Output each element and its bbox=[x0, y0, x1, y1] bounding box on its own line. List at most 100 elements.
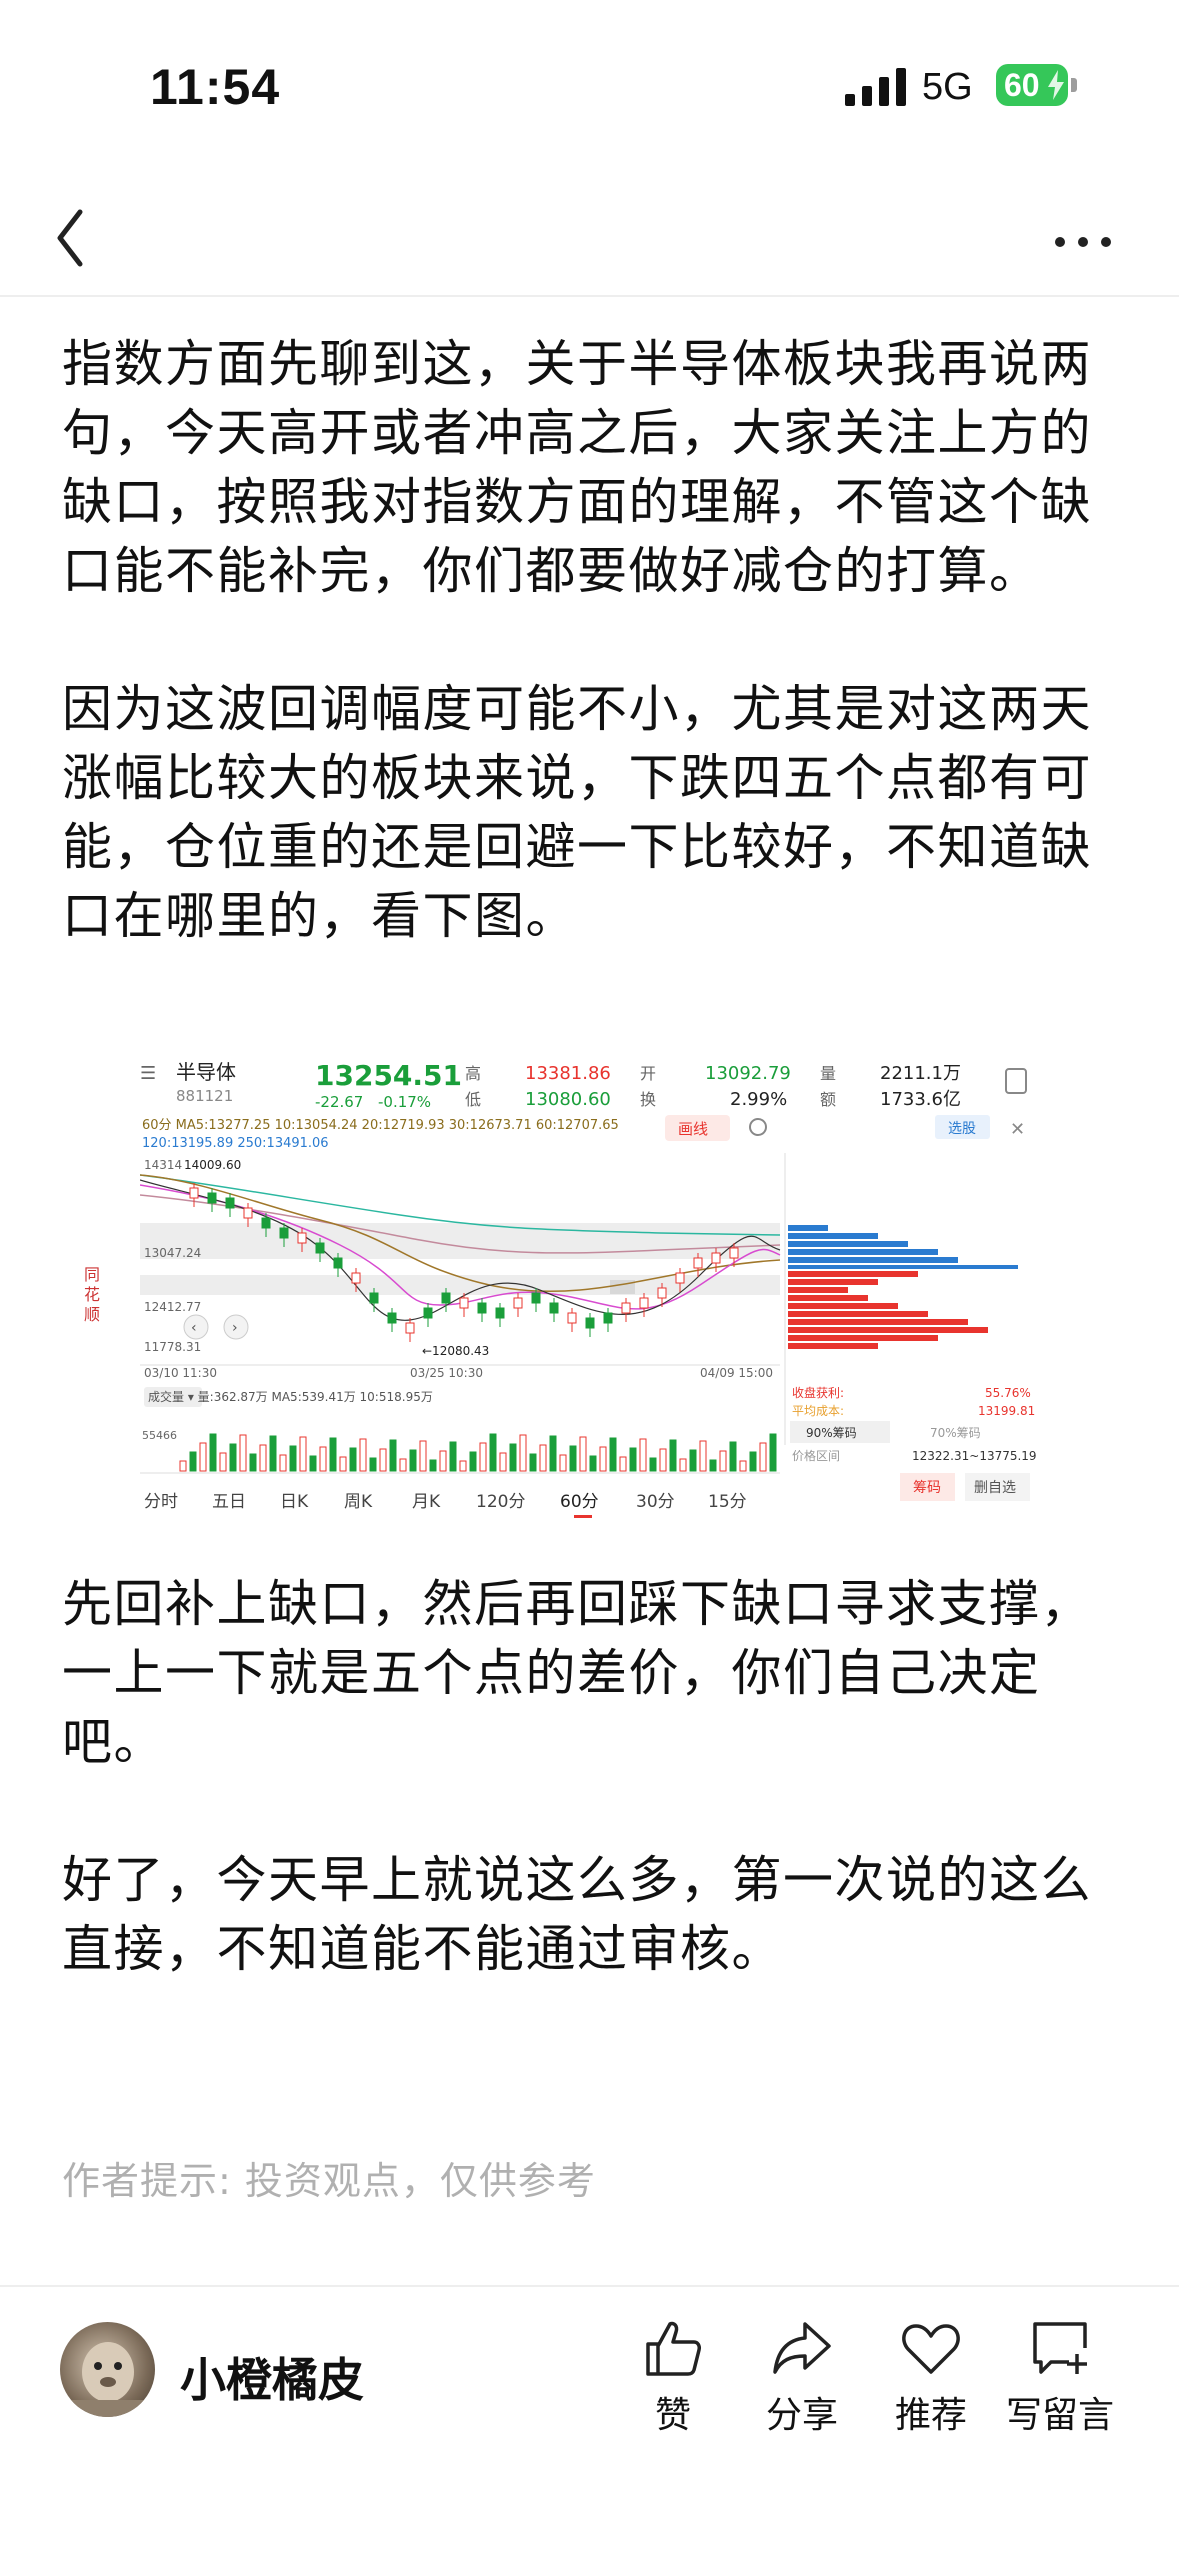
comment-button[interactable]: 写留言 bbox=[995, 2318, 1125, 2438]
high-label: 高 bbox=[465, 1064, 481, 1083]
candle bbox=[567, 1312, 577, 1324]
volume-bar bbox=[469, 1451, 477, 1472]
volume-bar bbox=[429, 1459, 437, 1472]
chip-cost-label: 平均成本: bbox=[792, 1404, 844, 1418]
period-tab[interactable]: 日K bbox=[280, 1492, 309, 1512]
volume-bar bbox=[499, 1452, 507, 1472]
article-body-continued: 先回补上缺口，然后再回踩下缺口寻求支撑，一上一下就是五个点的差价，你们自己决定吧… bbox=[62, 1570, 1132, 2053]
volume-bar bbox=[329, 1437, 337, 1472]
ma-legend-line1: 60分 MA5:13277.25 10:13054.24 20:12719.93… bbox=[142, 1118, 619, 1133]
draw-line-label: 画线 bbox=[678, 1120, 708, 1138]
peak-label: 14009.60 bbox=[184, 1158, 241, 1172]
period-tab[interactable]: 15分 bbox=[708, 1492, 747, 1512]
candle bbox=[585, 1317, 595, 1329]
volume-bar bbox=[369, 1457, 377, 1472]
volume-bar bbox=[649, 1457, 657, 1472]
menu-icon: ☰ bbox=[140, 1063, 156, 1084]
volume-bar bbox=[519, 1434, 527, 1472]
trough-label: ←12080.43 bbox=[422, 1344, 489, 1358]
volume-bar bbox=[219, 1452, 227, 1472]
like-label: 赞 bbox=[654, 2395, 691, 2436]
article-paragraph: 指数方面先聊到这，关于半导体板块我再说两句，今天高开或者冲高之后，大家关注上方的… bbox=[62, 335, 1092, 600]
volume-bar bbox=[379, 1448, 387, 1472]
volume-bar bbox=[509, 1443, 517, 1472]
candle bbox=[279, 1227, 289, 1239]
amount-label: 额 bbox=[820, 1090, 836, 1109]
volume-bar bbox=[539, 1444, 547, 1472]
candle bbox=[333, 1257, 343, 1269]
volume-bar bbox=[699, 1440, 707, 1472]
period-tab[interactable]: 120分 bbox=[476, 1492, 525, 1512]
heart-icon bbox=[902, 2324, 960, 2374]
more-options-icon[interactable] bbox=[1048, 200, 1118, 270]
recommend-button[interactable]: 推荐 bbox=[866, 2318, 996, 2438]
status-time: 11:54 bbox=[150, 59, 281, 115]
stock-price: 13254.51 bbox=[315, 1059, 462, 1092]
candle bbox=[657, 1287, 667, 1299]
candle bbox=[297, 1232, 307, 1244]
volume-bar bbox=[669, 1439, 677, 1472]
volume-bar bbox=[609, 1437, 617, 1472]
svg-text:›: › bbox=[232, 1320, 238, 1336]
period-tab[interactable]: 周K bbox=[344, 1492, 373, 1512]
volume-bar bbox=[309, 1455, 317, 1472]
chip-profit-label: 收盘获利: bbox=[792, 1385, 844, 1400]
volume-bar bbox=[569, 1445, 577, 1472]
candle bbox=[693, 1257, 703, 1269]
volume-bar bbox=[659, 1448, 667, 1472]
status-bar: 11:54 5G 60 bbox=[0, 0, 1179, 180]
avatar-image bbox=[60, 2342, 155, 2417]
axis-bottom: 11778.31 bbox=[144, 1340, 201, 1354]
open-label: 开 bbox=[640, 1064, 656, 1083]
candle bbox=[351, 1272, 361, 1284]
back-arrow-icon[interactable] bbox=[48, 200, 108, 270]
share-button[interactable]: 分享 bbox=[737, 2318, 867, 2438]
like-button[interactable]: 赞 bbox=[608, 2318, 738, 2438]
volume-bar bbox=[479, 1442, 487, 1472]
period-tab[interactable]: 分时 bbox=[144, 1492, 178, 1512]
candle bbox=[549, 1302, 559, 1314]
candle bbox=[387, 1312, 397, 1324]
period-tab-active[interactable]: 60分 bbox=[560, 1492, 599, 1512]
kline-chart: 14314 14009.60 13047.24 12412.77 11778.3… bbox=[140, 1153, 781, 1423]
active-tab-indicator bbox=[574, 1515, 592, 1518]
battery-icon: 60 bbox=[996, 64, 1068, 106]
volume-bar bbox=[199, 1442, 207, 1472]
volume-axis: 55466 bbox=[142, 1429, 177, 1442]
volume-bar bbox=[349, 1447, 357, 1472]
volume-bar bbox=[189, 1451, 197, 1472]
thumbs-up-icon bbox=[646, 2321, 701, 2376]
close-icon[interactable]: ✕ bbox=[1010, 1119, 1025, 1140]
avatar[interactable] bbox=[60, 2322, 155, 2417]
chip-tab-90-label: 90%筹码 bbox=[806, 1426, 857, 1440]
stock-code: 881121 bbox=[176, 1087, 233, 1105]
period-tab[interactable]: 30分 bbox=[636, 1492, 675, 1512]
period-tab[interactable]: 月K bbox=[412, 1492, 441, 1512]
volume-bar bbox=[319, 1446, 327, 1472]
volume-bar bbox=[549, 1435, 557, 1472]
stock-chart-image[interactable]: ☰ 半导体 881121 13254.51 -22.67 -0.17% 高 13… bbox=[140, 1055, 1040, 1525]
candle bbox=[621, 1302, 631, 1314]
volume-bar bbox=[729, 1441, 737, 1472]
candle bbox=[315, 1242, 325, 1254]
candle bbox=[225, 1197, 235, 1209]
low-value: 13080.60 bbox=[525, 1089, 611, 1110]
turnover-label: 换 bbox=[640, 1090, 656, 1109]
candle bbox=[261, 1217, 271, 1229]
volume-bar bbox=[249, 1453, 257, 1472]
volume-bar bbox=[209, 1433, 217, 1472]
volume-bar bbox=[619, 1456, 627, 1472]
axis-top: 14314 bbox=[144, 1158, 182, 1172]
volume-bar bbox=[489, 1433, 497, 1472]
candle bbox=[459, 1297, 469, 1309]
author-name[interactable]: 小橙橘皮 bbox=[180, 2344, 364, 2410]
chip-tab-70[interactable]: 70%筹码 bbox=[930, 1426, 981, 1440]
low-label: 低 bbox=[465, 1090, 481, 1109]
battery-cap bbox=[1071, 78, 1077, 92]
chip-range-label: 价格区间 bbox=[792, 1448, 840, 1463]
volume-bar bbox=[599, 1446, 607, 1472]
open-value: 13092.79 bbox=[705, 1063, 791, 1084]
chip-button-label: 筹码 bbox=[913, 1479, 941, 1496]
period-tab[interactable]: 五日 bbox=[212, 1492, 246, 1512]
svg-text:‹: ‹ bbox=[191, 1320, 197, 1336]
